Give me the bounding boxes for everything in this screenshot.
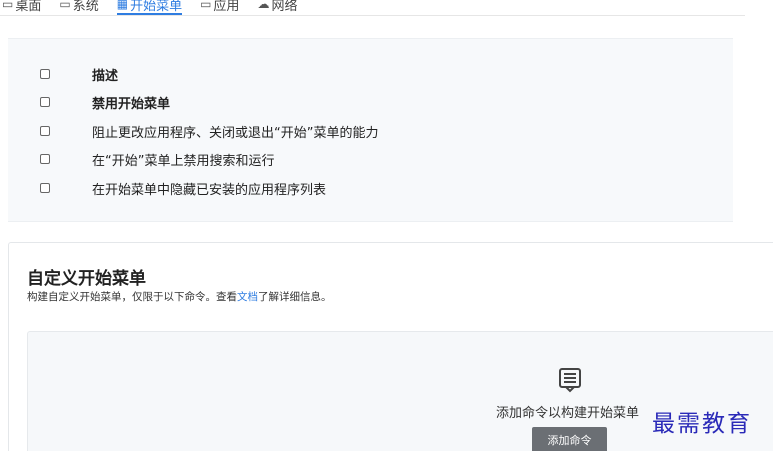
empty-state-text: 添加命令以构建开始菜单 <box>496 406 640 421</box>
watermark-logo: 最需教育 <box>652 411 752 437</box>
tab-label: 应用 <box>213 0 240 14</box>
tab-desktop[interactable]: ▭ 桌面 <box>2 0 41 15</box>
tab-label: 桌面 <box>15 0 42 14</box>
tab-label: 开始菜单 <box>130 0 183 14</box>
section-description: 构建自定义开始菜单，仅限于以下命令。查看文档了解详细信息。 <box>27 289 332 304</box>
desktop-icon: ▭ <box>2 0 14 11</box>
description-text-end: 了解详细信息。 <box>258 291 332 303</box>
option-label: 阻止更改应用程序、关闭或退出“开始”菜单的能力 <box>92 126 379 141</box>
option-label: 在“开始”菜单上禁用搜索和运行 <box>92 154 275 169</box>
option-checkbox[interactable] <box>40 69 50 79</box>
command-list-icon <box>559 368 581 393</box>
tab-apps[interactable]: ▭ 应用 <box>200 0 239 15</box>
option-label: 禁用开始菜单 <box>92 97 171 112</box>
start-menu-options-panel: 描述 禁用开始菜单 阻止更改应用程序、关闭或退出“开始”菜单的能力 在“开始”菜… <box>8 38 733 222</box>
description-text: 构建自定义开始菜单，仅限于以下命令。查看 <box>27 291 237 303</box>
section-title: 自定义开始菜单 <box>27 269 146 289</box>
option-checkbox[interactable] <box>40 97 50 107</box>
tab-label: 系统 <box>72 0 99 14</box>
docs-link[interactable]: 文档 <box>237 291 258 303</box>
start-menu-icon: ▦ <box>116 0 129 11</box>
option-label: 描述 <box>92 69 119 84</box>
tab-start-menu[interactable]: ▦ 开始菜单 <box>116 0 183 15</box>
option-checkbox[interactable] <box>40 126 50 136</box>
tab-bar: ▭ 桌面 ▭ 系统 ▦ 开始菜单 ▭ 应用 ☁ 网络 <box>0 0 745 16</box>
cloud-icon: ☁ <box>257 0 270 11</box>
system-icon: ▭ <box>59 0 71 11</box>
apps-icon: ▭ <box>200 0 212 11</box>
add-command-button[interactable]: 添加命令 <box>532 427 607 451</box>
option-checkbox[interactable] <box>40 154 50 164</box>
tab-label: 网络 <box>271 0 298 14</box>
tab-network[interactable]: ☁ 网络 <box>257 0 297 15</box>
option-label: 在开始菜单中隐藏已安装的应用程序列表 <box>92 183 327 198</box>
option-checkbox[interactable] <box>40 183 50 193</box>
tab-system[interactable]: ▭ 系统 <box>59 0 98 15</box>
